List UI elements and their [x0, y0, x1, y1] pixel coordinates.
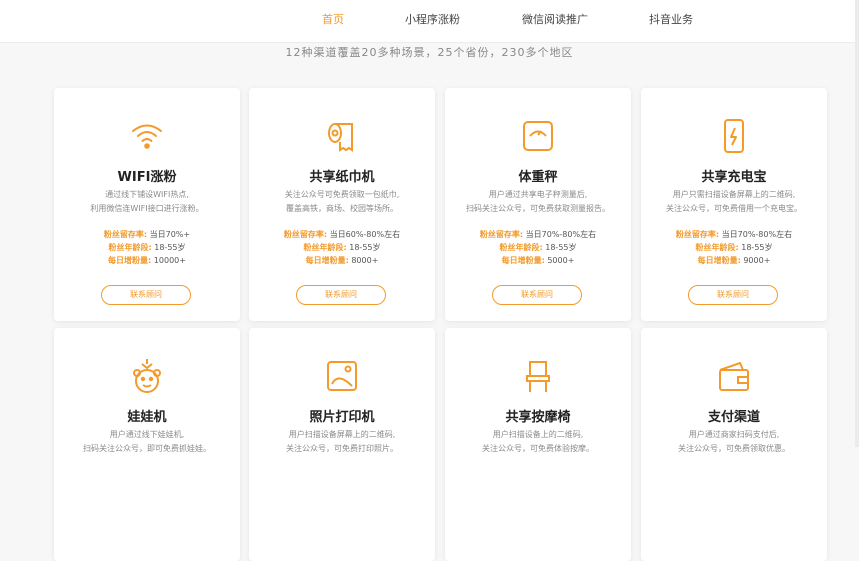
stat-key: 粉丝年龄段: — [303, 243, 347, 252]
service-card: 体重秤用户通过共享电子秤测量后, 扫码关注公众号，可免费获取测量报告。粉丝留存率:… — [445, 88, 631, 321]
card-title: 支付渠道 — [707, 410, 760, 425]
wallet-icon — [714, 356, 754, 396]
card-description: 关注公众号可免费领取一包纸巾, 覆盖高铁，商场、校园等场所。 — [263, 188, 421, 216]
card-stat: 粉丝留存率: 当日70%-80%左右 — [445, 228, 631, 241]
stat-key: 粉丝留存率: — [675, 230, 720, 239]
stat-value: 8000+ — [351, 256, 379, 265]
stat-value: 当日70%-80%左右 — [525, 230, 597, 239]
service-card: 照片打印机用户扫描设备屏幕上的二维码, 关注公众号，可免费打印照片。 — [249, 328, 435, 561]
stat-key: 每日增粉量: — [697, 256, 741, 265]
stat-value: 当日70%+ — [149, 230, 191, 239]
stat-value: 18-55岁 — [545, 243, 577, 252]
stat-key: 粉丝留存率: — [103, 230, 148, 239]
stat-key: 每日增粉量: — [501, 256, 545, 265]
stat-key: 粉丝年龄段: — [108, 243, 152, 252]
nav-douyin-business[interactable]: 抖音业务 — [649, 11, 693, 27]
power-bank-icon — [714, 116, 754, 156]
card-stat: 粉丝年龄段: 18-55岁 — [249, 241, 435, 254]
stat-value: 18-55岁 — [154, 243, 186, 252]
card-title: 照片打印机 — [309, 410, 375, 425]
card-stat: 粉丝留存率: 当日70%-80%左右 — [641, 228, 827, 241]
card-stat: 每日增粉量: 8000+ — [249, 254, 435, 267]
card-description: 用户通过线下娃娃机, 扫码关注公众号，即可免费抓娃娃。 — [68, 428, 226, 456]
nav-home[interactable]: 首页 — [322, 11, 344, 27]
card-description: 用户扫描设备屏幕上的二维码, 关注公众号，可免费打印照片。 — [263, 428, 421, 456]
card-description-line: 利用微信连WIFI接口进行涨粉。 — [90, 204, 204, 213]
stat-key: 粉丝年龄段: — [695, 243, 739, 252]
card-title: 共享充电宝 — [701, 170, 767, 185]
wifi-icon — [127, 116, 167, 156]
card-title: 共享按摩椅 — [505, 410, 571, 425]
card-description-line: 用户通过商家扫码支付后, — [688, 430, 780, 439]
card-description-line: 用户通过共享电子秤测量后, — [488, 190, 588, 199]
card-description: 用户扫描设备上的二维码, 关注公众号，可免费体验按摩。 — [459, 428, 617, 456]
service-card: 共享按摩椅用户扫描设备上的二维码, 关注公众号，可免费体验按摩。 — [445, 328, 631, 561]
claw-machine-icon — [127, 356, 167, 396]
card-stats: 粉丝留存率: 当日70%-80%左右 粉丝年龄段: 18-55岁 每日增粉量: 50… — [445, 228, 631, 267]
stat-value: 18-55岁 — [349, 243, 381, 252]
card-stat: 粉丝留存率: 当日60%-80%左右 — [249, 228, 435, 241]
service-card: 娃娃机用户通过线下娃娃机, 扫码关注公众号，即可免费抓娃娃。 — [54, 328, 240, 561]
card-description-line: 用户只需扫描设备屏幕上的二维码, — [672, 190, 796, 199]
card-title: WIFI涨粉 — [117, 170, 177, 185]
card-description-line: 关注公众号，可免费打印照片。 — [286, 444, 398, 453]
card-stats: 粉丝留存率: 当日70%+ 粉丝年龄段: 18-55岁 每日增粉量: 10000+ — [54, 228, 240, 267]
scale-icon — [518, 116, 558, 156]
stat-key: 每日增粉量: — [305, 256, 349, 265]
card-description-line: 关注公众号，可免费体验按摩。 — [482, 444, 594, 453]
card-description-line: 关注公众号可免费领取一包纸巾, — [284, 190, 400, 199]
nav-wechat-reading-promotion[interactable]: 微信阅读推广 — [522, 11, 588, 27]
contact-advisor-button[interactable]: 联系顾问 — [101, 285, 191, 305]
massage-chair-icon — [518, 356, 558, 396]
contact-advisor-button[interactable]: 联系顾问 — [688, 285, 778, 305]
card-description: 通过线下铺设WIFI热点, 利用微信连WIFI接口进行涨粉。 — [68, 188, 226, 216]
card-description-line: 用户扫描设备屏幕上的二维码, — [288, 430, 396, 439]
stat-key: 粉丝留存率: — [479, 230, 524, 239]
card-title: 娃娃机 — [127, 410, 167, 425]
card-description-line: 扫码关注公众号，可免费获取测量报告。 — [466, 204, 610, 213]
contact-advisor-button[interactable]: 联系顾问 — [492, 285, 582, 305]
stat-key: 粉丝年龄段: — [499, 243, 543, 252]
card-description-line: 覆盖高铁，商场、校园等场所。 — [286, 204, 398, 213]
stat-value: 10000+ — [153, 256, 186, 265]
card-description: 用户只需扫描设备屏幕上的二维码, 关注公众号，可免费借用一个充电宝。 — [655, 188, 813, 216]
card-title: 共享纸巾机 — [309, 170, 375, 185]
stat-value: 当日70%-80%左右 — [721, 230, 793, 239]
service-card: 共享充电宝用户只需扫描设备屏幕上的二维码, 关注公众号，可免费借用一个充电宝。粉丝… — [641, 88, 827, 321]
card-description-line: 通过线下铺设WIFI热点, — [105, 190, 189, 199]
card-stats: 粉丝留存率: 当日60%-80%左右 粉丝年龄段: 18-55岁 每日增粉量: 80… — [249, 228, 435, 267]
tissue-roll-icon — [322, 116, 362, 156]
card-stat: 每日增粉量: 9000+ — [641, 254, 827, 267]
photo-printer-icon — [322, 356, 362, 396]
page-scrollbar[interactable] — [855, 0, 859, 447]
stat-value: 当日60%-80%左右 — [329, 230, 401, 239]
card-stat: 粉丝年龄段: 18-55岁 — [445, 241, 631, 254]
card-stat: 粉丝年龄段: 18-55岁 — [641, 241, 827, 254]
card-description-line: 扫码关注公众号，即可免费抓娃娃。 — [83, 444, 211, 453]
card-stat: 每日增粉量: 5000+ — [445, 254, 631, 267]
card-description-line: 关注公众号，可免费领取优惠。 — [678, 444, 790, 453]
top-nav-bar: 首页 小程序涨粉 微信阅读推广 抖音业务 — [0, 0, 859, 43]
contact-advisor-button[interactable]: 联系顾问 — [296, 285, 386, 305]
card-description: 用户通过共享电子秤测量后, 扫码关注公众号，可免费获取测量报告。 — [459, 188, 617, 216]
stat-value: 18-55岁 — [741, 243, 773, 252]
card-description-line: 用户通过线下娃娃机, — [109, 430, 185, 439]
card-description-line: 用户扫描设备上的二维码, — [492, 430, 584, 439]
card-title: 体重秤 — [518, 170, 558, 185]
card-stats: 粉丝留存率: 当日70%-80%左右 粉丝年龄段: 18-55岁 每日增粉量: 90… — [641, 228, 827, 267]
stat-key: 粉丝留存率: — [283, 230, 328, 239]
stat-value: 9000+ — [743, 256, 771, 265]
card-description-line: 关注公众号，可免费借用一个充电宝。 — [666, 204, 802, 213]
service-card: WIFI涨粉通过线下铺设WIFI热点, 利用微信连WIFI接口进行涨粉。粉丝留存率… — [54, 88, 240, 321]
card-stat: 每日增粉量: 10000+ — [54, 254, 240, 267]
section-subtitle: 12种渠道覆盖20多种场景，25个省份，230多个地区 — [285, 46, 574, 59]
service-card: 共享纸巾机 关注公众号可免费领取一包纸巾, 覆盖高铁，商场、校园等场所。 粉丝留存率:… — [249, 88, 435, 321]
card-stat: 粉丝年龄段: 18-55岁 — [54, 241, 240, 254]
card-description: 用户通过商家扫码支付后, 关注公众号，可免费领取优惠。 — [655, 428, 813, 456]
service-card: 支付渠道用户通过商家扫码支付后, 关注公众号，可免费领取优惠。 — [641, 328, 827, 561]
stat-key: 每日增粉量: — [108, 256, 152, 265]
nav-mini-program-growth[interactable]: 小程序涨粉 — [405, 11, 460, 27]
stat-value: 5000+ — [547, 256, 575, 265]
card-stat: 粉丝留存率: 当日70%+ — [54, 228, 240, 241]
